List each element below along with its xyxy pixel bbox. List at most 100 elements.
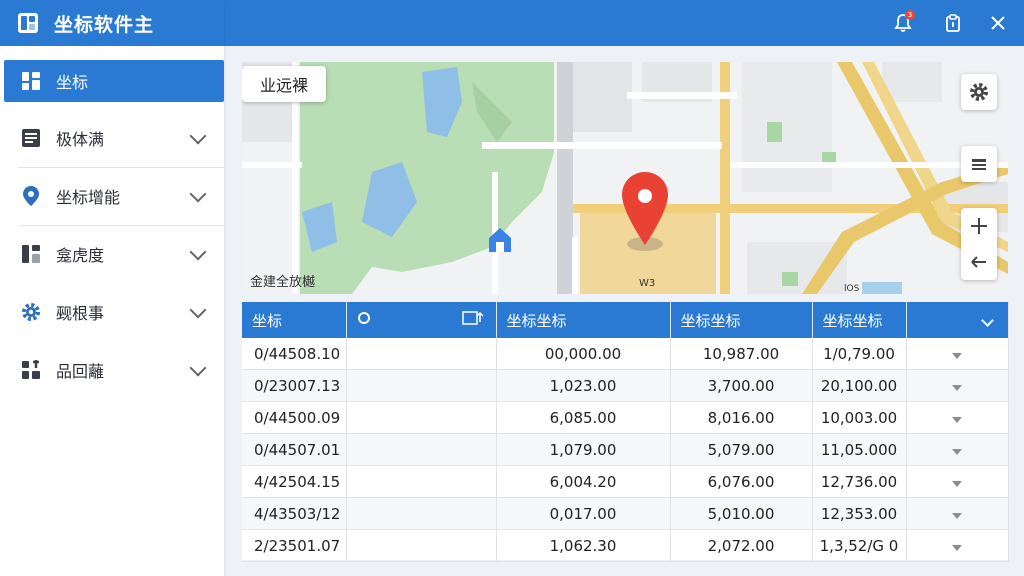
zoom-in-icon[interactable]: [968, 215, 990, 237]
cell-z: 1,3,52/G 0: [812, 529, 907, 562]
caret-down-icon: [952, 512, 962, 519]
row-dropdown-button[interactable]: [906, 465, 1009, 498]
document-icon: [20, 127, 42, 149]
row-dropdown-button[interactable]: [906, 338, 1009, 370]
sidebar-item-label: 坐标增能: [56, 188, 121, 207]
cell-coordinate: 4/43503/12: [242, 497, 347, 530]
bar-layout-icon: [20, 243, 42, 265]
column-header-y[interactable]: 坐标坐标: [670, 302, 813, 338]
sidebar-item-location[interactable]: 坐标增能: [0, 174, 224, 226]
row-dropdown-button[interactable]: [906, 369, 1009, 402]
cell-x: 0,017.00: [496, 497, 671, 530]
grid-icon: [20, 70, 42, 92]
map-search-chip-label: 业远裸: [260, 76, 309, 95]
table-row[interactable]: 4/43503/12 0,017.00 5,010.00 12,353.00: [242, 497, 1009, 530]
caret-down-icon: [952, 480, 962, 487]
cell-coordinate: 0/44507.01: [242, 433, 347, 466]
notification-badge: 3: [905, 10, 915, 20]
app-logo-icon: [16, 11, 40, 35]
app-title: 坐标软件主: [54, 13, 155, 36]
chevron-down-icon: [189, 301, 207, 319]
column-header-menu[interactable]: [906, 302, 1009, 338]
column-header-coordinate[interactable]: 坐标: [242, 302, 347, 338]
cell-y: 8,016.00: [670, 401, 813, 434]
sidebar-item-label: 品回蘺: [56, 362, 105, 381]
cell-z: 11,05.000: [812, 433, 907, 466]
gear-icon: [968, 81, 990, 103]
map-zoom-controls: [961, 208, 997, 280]
cell-coordinate: 4/42504.15: [242, 465, 347, 498]
cell-y: 6,076.00: [670, 465, 813, 498]
sidebar-item-coordinates[interactable]: 坐标: [4, 60, 224, 102]
gear-icon: [20, 301, 42, 323]
cell-z: 20,100.00: [812, 369, 907, 402]
close-icon: [988, 13, 1008, 33]
sidebar-item-layout[interactable]: 龛虎度: [0, 232, 224, 276]
cell-y: 10,987.00: [670, 338, 813, 370]
sidebar-item-label: 龛虎度: [56, 246, 105, 265]
map-layers-button[interactable]: [961, 146, 997, 182]
close-button[interactable]: [986, 11, 1010, 35]
row-dropdown-button[interactable]: [906, 401, 1009, 434]
cell-y: 5,079.00: [670, 433, 813, 466]
caret-down-icon: [952, 544, 962, 551]
chevron-down-icon: [189, 243, 207, 261]
caret-down-icon: [952, 384, 962, 391]
sidebar-item-settings[interactable]: 觋根事: [0, 290, 224, 334]
cell-coordinate: 2/23501.07: [242, 529, 347, 562]
cell-z: 12,353.00: [812, 497, 907, 530]
sidebar-item-apps[interactable]: 品回蘺: [0, 348, 224, 392]
cell-x: 1,023.00: [496, 369, 671, 402]
table-row[interactable]: 0/44500.09 6,085.00 8,016.00 10,003.00: [242, 401, 1009, 434]
table-row[interactable]: 0/44507.01 1,079.00 5,079.00 11,05.000: [242, 433, 1009, 466]
cell-x: 00,000.00: [496, 338, 671, 370]
chevron-down-icon: [980, 314, 994, 327]
table-row[interactable]: 0/44508.10 00,000.00 10,987.00 1/0,79.00: [242, 338, 1009, 370]
caret-down-icon: [952, 352, 962, 359]
cell-tools: [346, 465, 497, 498]
table-row[interactable]: 0/23007.13 1,023.00 3,700.00 20,100.00: [242, 369, 1009, 402]
cell-x: 6,085.00: [496, 401, 671, 434]
notifications-button[interactable]: 3: [891, 10, 915, 35]
cell-x: 6,004.20: [496, 465, 671, 498]
table-header-row: 坐标 坐标坐标 坐标坐标 坐标坐标: [242, 302, 1009, 338]
sidebar-item-label: 坐标: [56, 73, 89, 92]
map-pin-icon: [20, 185, 42, 207]
cell-y: 3,700.00: [670, 369, 813, 402]
map-caption: 金建全放樾: [250, 275, 316, 290]
table-row[interactable]: 4/42504.15 6,004.20 6,076.00 12,736.00: [242, 465, 1009, 498]
cell-y: 5,010.00: [670, 497, 813, 530]
cell-coordinate: 0/44508.10: [242, 338, 347, 370]
clipboard-button[interactable]: [941, 11, 965, 35]
cell-coordinate: 0/44500.09: [242, 401, 347, 434]
row-dropdown-button[interactable]: [906, 497, 1009, 530]
map-marker-label: W3: [639, 278, 656, 289]
row-dropdown-button[interactable]: [906, 433, 1009, 466]
cell-tools: [346, 529, 497, 562]
column-header-z[interactable]: 坐标坐标: [812, 302, 907, 338]
cell-y: 2,072.00: [670, 529, 813, 562]
layers-icon: [968, 153, 990, 175]
map-view[interactable]: 业远裸 W3 lOS 金建全放樾: [242, 62, 1008, 294]
sidebar: 坐标软件主 坐标 极体满 坐标增能 龛虎度 觋根事 品回蘺: [0, 0, 224, 576]
map-settings-button[interactable]: [961, 74, 997, 110]
cell-x: 1,062.30: [496, 529, 671, 562]
circle-icon[interactable]: [357, 311, 371, 329]
back-arrow-icon[interactable]: [968, 251, 990, 273]
cell-tools: [346, 369, 497, 402]
coordinates-table: 坐标 坐标坐标 坐标坐标 坐标坐标 0/44508.10 00,000.00 10,…: [242, 302, 1009, 562]
map-search-chip[interactable]: 业远裸: [242, 66, 327, 102]
cell-coordinate: 0/23007.13: [242, 369, 347, 402]
export-icon[interactable]: [461, 310, 484, 330]
sidebar-item-documents[interactable]: 极体满: [0, 116, 224, 168]
sidebar-nav: 坐标 极体满 坐标增能 龛虎度 觋根事 品回蘺: [0, 60, 224, 392]
cell-tools: [346, 338, 497, 370]
sidebar-item-label: 极体满: [56, 130, 105, 149]
table-row[interactable]: 2/23501.07 1,062.30 2,072.00 1,3,52/G 0: [242, 529, 1009, 562]
sidebar-header: 坐标软件主: [0, 0, 224, 46]
row-dropdown-button[interactable]: [906, 529, 1009, 562]
map-base: [242, 62, 1008, 294]
sidebar-item-label: 觋根事: [56, 304, 105, 323]
column-header-x[interactable]: 坐标坐标: [496, 302, 671, 338]
clipboard-icon: [943, 13, 963, 33]
